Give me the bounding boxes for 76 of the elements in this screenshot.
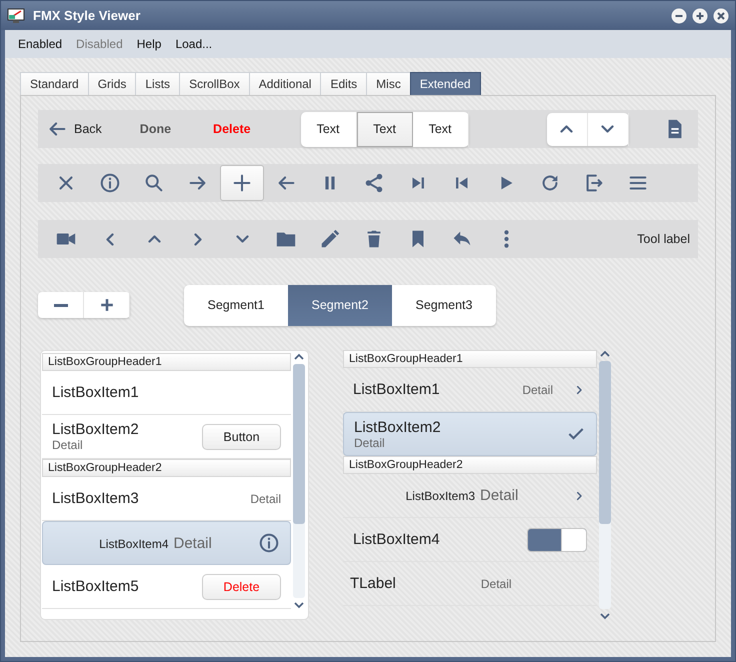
item-label: ListBoxItem4 [99, 536, 168, 550]
scrollbar-thumb[interactable] [293, 364, 305, 524]
item-label: ListBoxItem2 [52, 421, 139, 438]
close-button[interactable] [713, 8, 729, 24]
item-detail: Detail [522, 382, 553, 396]
tab[interactable]: Grids [88, 72, 136, 95]
segment-button[interactable]: Segment1 [184, 284, 288, 326]
tool-label: Tool label [637, 232, 690, 246]
info-icon[interactable] [258, 532, 280, 554]
list-item[interactable]: TLabel Detail [343, 562, 597, 606]
pencil-icon [319, 228, 341, 250]
group-header: ListBoxGroupHeader2 [343, 456, 597, 474]
tab[interactable]: ScrollBox [179, 72, 250, 95]
tab[interactable]: Lists [135, 72, 180, 95]
tab[interactable]: Additional [248, 72, 322, 95]
group-header: ListBoxGroupHeader1 [42, 353, 291, 371]
window-title: FMX Style Viewer [33, 8, 142, 23]
more-icon [504, 230, 508, 248]
chevron-up-icon [148, 235, 160, 243]
tab[interactable]: Standard [20, 72, 89, 95]
list-item[interactable]: ListBoxItem2 Detail [343, 412, 597, 456]
plus-button[interactable] [220, 165, 264, 201]
list-item[interactable]: ListBoxItem3 Detail [343, 474, 597, 518]
group-header: ListBoxGroupHeader2 [42, 459, 291, 477]
scroll-up-icon[interactable] [293, 353, 305, 361]
monitor-icon [7, 8, 25, 24]
item-button[interactable]: Button [202, 424, 281, 450]
delete-button[interactable]: Delete [202, 574, 281, 600]
segment-button[interactable]: Segment3 [392, 284, 496, 326]
item-label: ListBoxItem5 [52, 578, 139, 595]
scrollbar-thumb[interactable] [599, 361, 611, 524]
segment-button[interactable]: Segment2 [288, 284, 392, 326]
item-label: ListBoxItem3 [406, 489, 475, 503]
item-label: ListBoxItem3 [52, 490, 139, 507]
minus-icon [54, 304, 68, 306]
segment-button[interactable]: Text [356, 112, 413, 146]
item-label: TLabel [350, 575, 396, 592]
scroll-down-icon[interactable] [293, 601, 305, 609]
menu-item[interactable]: Load... [168, 37, 220, 51]
item-label: ListBoxItem1 [353, 381, 440, 398]
maximize-button[interactable] [692, 8, 708, 24]
scroll-up-icon[interactable] [599, 350, 611, 358]
chevron-right-icon [194, 232, 202, 246]
list-item[interactable]: ListBoxItem1 [42, 371, 291, 415]
tab[interactable]: Misc [366, 72, 411, 95]
menu-item[interactable]: Enabled [11, 37, 70, 51]
group-header: ListBoxGroupHeader1 [343, 350, 597, 368]
toggle-switch[interactable] [527, 528, 587, 552]
chevron-down-icon [601, 125, 614, 133]
item-detail: Detail [354, 436, 386, 450]
item-detail: Detail [52, 438, 84, 452]
scroll-down-icon[interactable] [599, 612, 611, 620]
chevron-down-icon [236, 235, 248, 243]
tab[interactable]: Extended [410, 72, 481, 95]
list-item[interactable]: ListBoxItem4 Detail [42, 521, 291, 565]
item-detail: Detail [480, 487, 518, 504]
item-label: ListBoxItem2 [354, 418, 441, 436]
list-item[interactable]: ListBoxItem4 [343, 518, 597, 562]
tab[interactable]: Edits [320, 72, 368, 95]
back-button[interactable]: Back [46, 114, 102, 144]
info-icon [99, 172, 121, 194]
chevron-up-icon [560, 125, 574, 133]
plus-icon [231, 172, 253, 194]
minimize-button[interactable] [671, 8, 687, 24]
item-detail: Detail [250, 492, 281, 506]
search-icon [143, 172, 165, 194]
segment-button[interactable]: Text [412, 112, 469, 146]
item-label: ListBoxItem4 [353, 531, 440, 548]
item-label: ListBoxItem1 [52, 384, 139, 401]
share-icon [363, 172, 385, 194]
list-item[interactable]: ListBoxItem5 Delete [42, 565, 291, 609]
done-button[interactable]: Done [140, 114, 172, 144]
menu-item[interactable]: Help [130, 37, 168, 51]
item-detail: Detail [480, 576, 512, 590]
chevron-left-icon [106, 232, 114, 246]
item-detail: Detail [174, 534, 212, 552]
